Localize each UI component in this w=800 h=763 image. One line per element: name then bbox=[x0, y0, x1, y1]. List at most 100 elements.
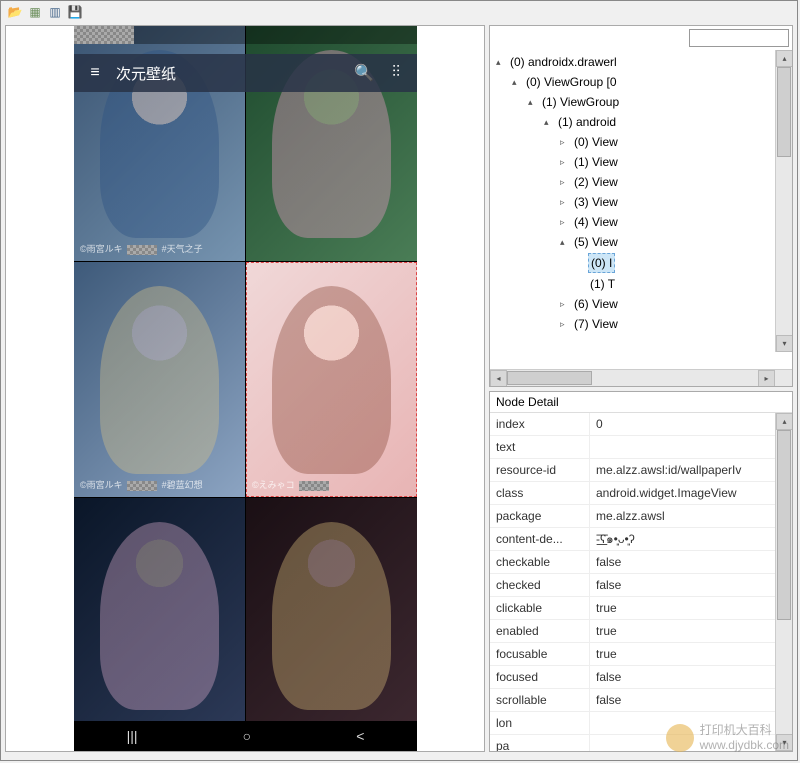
detail-value bbox=[590, 436, 792, 458]
detail-row[interactable]: text bbox=[490, 436, 792, 459]
detail-value: android.widget.ImageView bbox=[590, 482, 792, 504]
tree-body[interactable]: ▴(0) androidx.drawerl▴(0) ViewGroup [0▴(… bbox=[490, 50, 792, 369]
detail-vertical-scrollbar[interactable]: ▴ ▾ bbox=[775, 413, 792, 751]
detail-row[interactable]: focusedfalse bbox=[490, 666, 792, 689]
tree-toggle-icon[interactable]: ▹ bbox=[560, 193, 570, 211]
tree-item[interactable]: ▹(2) View bbox=[490, 172, 792, 192]
device-screen[interactable]: ≡ 次元壁纸 🔍 ⫶⫶ ©雨宮ルキ #天气之子 bbox=[74, 26, 417, 751]
detail-value: false bbox=[590, 574, 792, 596]
nav-back-icon[interactable]: < bbox=[356, 728, 364, 744]
tree-toggle-icon[interactable]: ▴ bbox=[528, 93, 538, 111]
tree-item-label: (1) View bbox=[572, 153, 620, 171]
detail-row[interactable]: content-de...-͟͟͞͞ʕ๑•͈ᴗ•͈ʔ bbox=[490, 528, 792, 551]
tree-toggle-icon[interactable]: ▴ bbox=[544, 113, 554, 131]
folder-open-icon[interactable]: 📂 bbox=[7, 4, 23, 20]
tree-item[interactable]: ▹(0) View bbox=[490, 132, 792, 152]
nav-recent-icon[interactable]: ||| bbox=[127, 728, 138, 744]
detail-value: false bbox=[590, 689, 792, 711]
tree-item[interactable]: ▹(1) View bbox=[490, 152, 792, 172]
tree-item[interactable]: ▹(4) View bbox=[490, 212, 792, 232]
tree-item[interactable]: ▹(3) View bbox=[490, 192, 792, 212]
tree-item-label: (0) View bbox=[572, 133, 620, 151]
wallpaper-item[interactable] bbox=[74, 498, 245, 721]
tree-item-label: (6) View bbox=[572, 295, 620, 313]
detail-value: true bbox=[590, 643, 792, 665]
wallpaper-grid: ©雨宮ルキ #天气之子 ©雨宮ルキ #碧蓝幻想 bbox=[74, 26, 417, 721]
tree-item-label: (0) androidx.drawerl bbox=[508, 53, 619, 71]
wallpaper-item-selected[interactable]: ©えみゃコ bbox=[246, 262, 417, 497]
scroll-thumb[interactable] bbox=[777, 430, 791, 620]
tree-item[interactable]: ▴(1) ViewGroup bbox=[490, 92, 792, 112]
detail-row[interactable]: enabledtrue bbox=[490, 620, 792, 643]
tree-vertical-scrollbar[interactable]: ▴ ▾ bbox=[775, 50, 792, 352]
detail-key: focused bbox=[490, 666, 590, 688]
tree-toggle-icon[interactable]: ▹ bbox=[560, 295, 570, 313]
tree-toggle-icon[interactable]: ▹ bbox=[560, 173, 570, 191]
wallpaper-item[interactable] bbox=[246, 498, 417, 721]
right-panel: ▴(0) androidx.drawerl▴(0) ViewGroup [0▴(… bbox=[489, 25, 793, 752]
detail-row[interactable]: checkablefalse bbox=[490, 551, 792, 574]
tree-toggle-icon[interactable]: ▹ bbox=[560, 315, 570, 333]
tree-horizontal-scrollbar[interactable]: ◂ ▸ bbox=[490, 369, 792, 386]
sort-icon[interactable]: ⫶⫶ bbox=[385, 64, 407, 82]
tree-search-input[interactable] bbox=[689, 29, 789, 47]
tree-item-label: (1) ViewGroup bbox=[540, 93, 621, 111]
scroll-left-icon[interactable]: ◂ bbox=[490, 370, 507, 387]
tree-toggle-icon[interactable]: ▴ bbox=[560, 233, 570, 251]
tree-toggle-icon[interactable]: ▹ bbox=[560, 133, 570, 151]
detail-row[interactable]: focusabletrue bbox=[490, 643, 792, 666]
detail-key: focusable bbox=[490, 643, 590, 665]
detail-value bbox=[590, 712, 792, 734]
detail-key: text bbox=[490, 436, 590, 458]
detail-row[interactable]: resource-idme.alzz.awsl:id/wallpaperIv bbox=[490, 459, 792, 482]
tree-item[interactable]: ▴(5) View bbox=[490, 232, 792, 252]
detail-row[interactable]: clickabletrue bbox=[490, 597, 792, 620]
tree-item[interactable]: ▴(1) android bbox=[490, 112, 792, 132]
save-icon[interactable]: 💾 bbox=[67, 4, 83, 20]
detail-value: me.alzz.awsl bbox=[590, 505, 792, 527]
detail-row[interactable]: packageme.alzz.awsl bbox=[490, 505, 792, 528]
detail-key: pa bbox=[490, 735, 590, 751]
tree-item-label: (4) View bbox=[572, 213, 620, 231]
status-pixelated bbox=[74, 26, 134, 44]
scroll-right-icon[interactable]: ▸ bbox=[758, 370, 775, 387]
detail-row[interactable]: classandroid.widget.ImageView bbox=[490, 482, 792, 505]
scroll-down-icon[interactable]: ▾ bbox=[776, 335, 792, 352]
wallpaper-item[interactable]: ©雨宮ルキ #碧蓝幻想 bbox=[74, 262, 245, 497]
detail-row[interactable]: scrollablefalse bbox=[490, 689, 792, 712]
search-icon[interactable]: 🔍 bbox=[353, 63, 375, 83]
tree-toggle-icon[interactable]: ▹ bbox=[560, 213, 570, 231]
tree-item[interactable]: ▴(0) ViewGroup [0 bbox=[490, 72, 792, 92]
device2-icon[interactable]: ▥ bbox=[47, 4, 63, 20]
tree-search-bar bbox=[490, 26, 792, 50]
tree-item-label: (0) ViewGroup [0 bbox=[524, 73, 619, 91]
tree-item-label: (1) android bbox=[556, 113, 618, 131]
tree-toggle-icon[interactable]: ▴ bbox=[512, 73, 522, 91]
detail-row[interactable]: checkedfalse bbox=[490, 574, 792, 597]
menu-icon[interactable]: ≡ bbox=[84, 64, 106, 82]
detail-row[interactable]: lon bbox=[490, 712, 792, 735]
detail-row[interactable]: pa bbox=[490, 735, 792, 751]
tree-item-label: (3) View bbox=[572, 193, 620, 211]
tree-item[interactable]: ▹(6) View bbox=[490, 294, 792, 314]
scroll-thumb[interactable] bbox=[777, 67, 791, 157]
tree-item[interactable]: ▴(0) androidx.drawerl bbox=[490, 52, 792, 72]
scroll-down-icon[interactable]: ▾ bbox=[776, 734, 792, 751]
scroll-thumb[interactable] bbox=[507, 371, 592, 385]
scroll-up-icon[interactable]: ▴ bbox=[776, 50, 792, 67]
tree-toggle-icon[interactable]: ▴ bbox=[496, 53, 506, 71]
detail-value: me.alzz.awsl:id/wallpaperIv bbox=[590, 459, 792, 481]
tree-item[interactable]: ▹(7) View bbox=[490, 314, 792, 334]
detail-title: Node Detail bbox=[490, 392, 792, 413]
device-icon[interactable]: ▦ bbox=[27, 4, 43, 20]
detail-value: false bbox=[590, 666, 792, 688]
tree-item[interactable]: (0) I bbox=[490, 252, 792, 274]
wallpaper-caption: ©雨宮ルキ #碧蓝幻想 bbox=[80, 478, 203, 491]
nav-home-icon[interactable]: ○ bbox=[243, 728, 251, 744]
tree-item[interactable]: (1) T bbox=[490, 274, 792, 294]
detail-row[interactable]: index0 bbox=[490, 413, 792, 436]
tree-toggle-icon[interactable]: ▹ bbox=[560, 153, 570, 171]
scroll-up-icon[interactable]: ▴ bbox=[776, 413, 792, 430]
detail-key: resource-id bbox=[490, 459, 590, 481]
nav-bar: ||| ○ < bbox=[74, 721, 417, 751]
